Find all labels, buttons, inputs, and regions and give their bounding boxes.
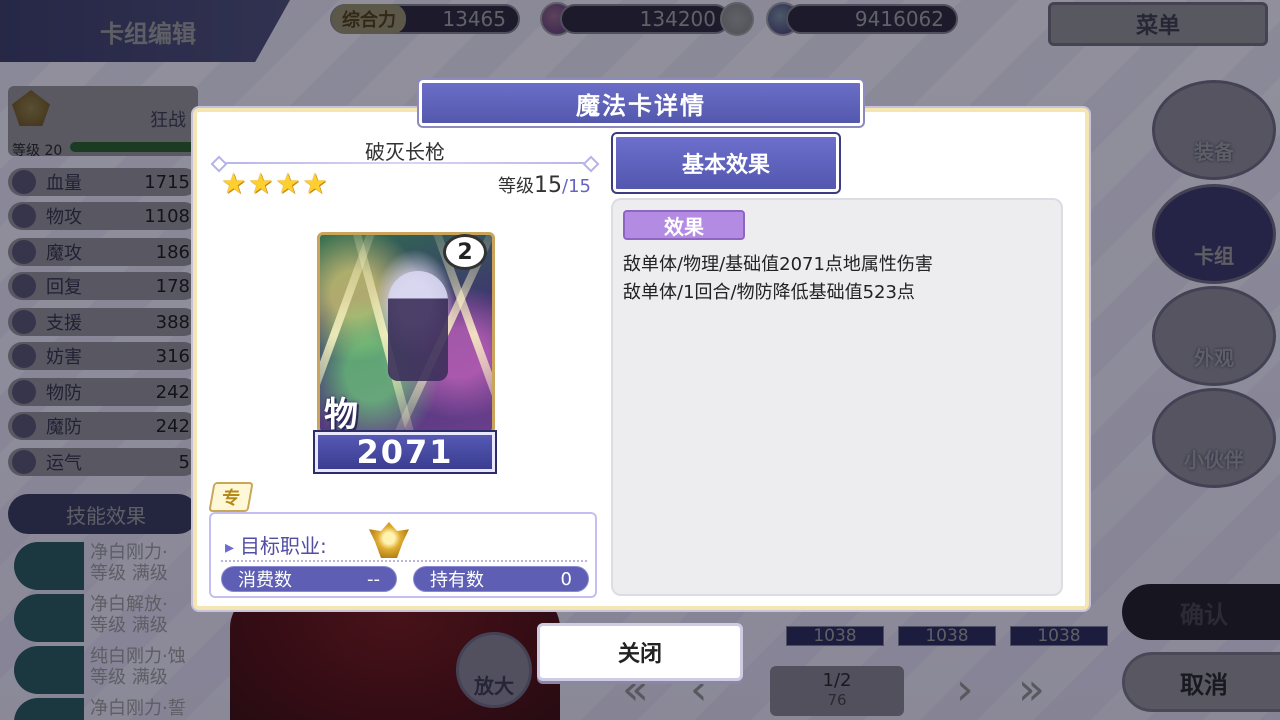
card-name-divider [217,162,593,164]
owned-count: 持有数 0 [413,566,589,592]
dotted-divider [221,560,587,562]
owned-value: 0 [560,568,572,590]
card-level-current: 15 [534,173,563,198]
card-name: 破灭长枪 [365,140,445,164]
character-figure [388,271,448,381]
consume-label: 消费数 [238,570,292,591]
consume-count: 消费数 -- [221,566,397,592]
target-job-label: 目标职业: [225,530,327,559]
card-level-label: 等级 [498,176,535,197]
card-value: 2071 [313,430,497,474]
card-type-label: 物 [324,395,358,434]
card-level: 等级15/15 [467,172,591,198]
tab-basic-effect[interactable]: 基本效果 [611,132,841,194]
card-level-max: /15 [562,176,591,197]
effect-label: 效果 [623,210,745,240]
owned-label: 持有数 [430,570,484,591]
star-icon: ★ [221,167,247,200]
card-cost-badge: 2 [443,234,487,270]
dialog-title: 魔法卡详情 [417,78,865,128]
rarity-stars: ★ ★ ★ ★ [221,170,327,198]
effect-line: 敌单体/1回合/物防降低基础值523点 [623,282,915,303]
effect-line: 敌单体/物理/基础值2071点地属性伤害 [623,254,933,275]
star-icon: ★ [275,167,301,200]
target-job-box: 目标职业: 消费数 -- 持有数 0 [209,512,597,598]
berserker-crest-icon [369,522,409,558]
consume-value: -- [367,568,380,590]
close-button[interactable]: 关闭 [537,623,743,681]
star-icon: ★ [248,167,274,200]
card-detail-dialog: 破灭长枪 ★★★★ 等级15/15 物 2 2071 专 目标职业: 消费数 -… [193,108,1089,610]
star-icon: ★ [302,167,328,200]
exclusive-tag-icon: 专 [208,482,254,512]
effect-panel: 效果 敌单体/物理/基础值2071点地属性伤害 敌单体/1回合/物防降低基础值5… [611,198,1063,596]
